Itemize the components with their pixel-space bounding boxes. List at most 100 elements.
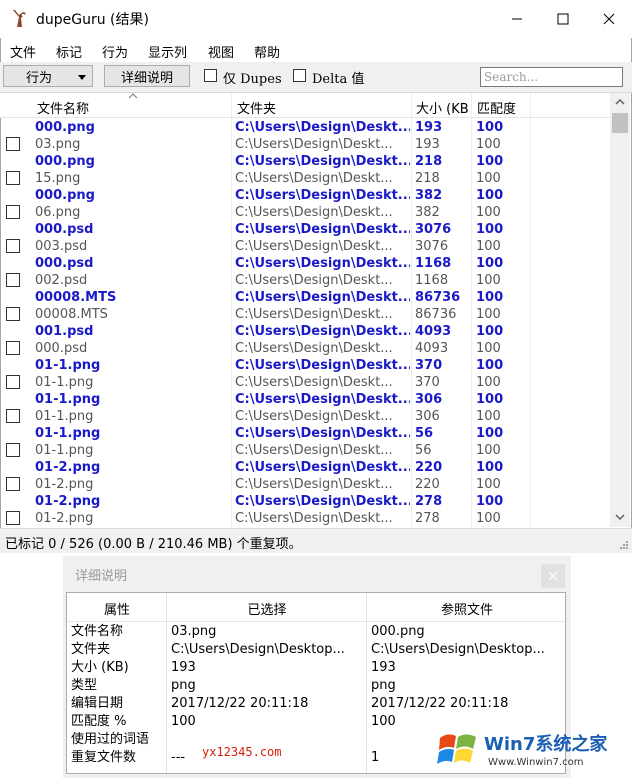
cell-folder: C:\Users\Design\Deskt... — [235, 443, 393, 458]
details-header-reference[interactable]: 参照文件 — [367, 599, 565, 618]
row-mark-checkbox[interactable] — [6, 205, 20, 219]
search-input[interactable]: Search... — [480, 67, 623, 87]
menu-mark[interactable]: 标记 — [56, 42, 82, 61]
actions-dropdown-button[interactable]: 行为 — [3, 65, 93, 87]
table-row[interactable]: 01-1.png C:\Users\Design\Deskt... 56 100 — [0, 425, 610, 442]
cell-size: 218 — [415, 154, 443, 169]
resize-grip-icon[interactable] — [619, 540, 629, 550]
table-row[interactable]: 003.psd C:\Users\Design\Deskt... 3076 100 — [0, 238, 610, 255]
menu-file[interactable]: 文件 — [10, 42, 36, 61]
row-mark-checkbox[interactable] — [6, 511, 20, 525]
table-row[interactable]: 01-2.png C:\Users\Design\Deskt... 220 100 — [0, 459, 610, 476]
maximize-button[interactable] — [540, 0, 586, 38]
cell-match: 100 — [476, 375, 501, 390]
details-button[interactable]: 详细说明 — [104, 65, 190, 87]
cell-filename: 003.psd — [35, 239, 88, 254]
details-attribute: 文件夹 — [71, 642, 111, 657]
table-row[interactable]: 00008.MTS C:\Users\Design\Deskt... 86736 10… — [0, 306, 610, 323]
menu-help[interactable]: 帮助 — [254, 42, 280, 61]
row-mark-checkbox[interactable] — [6, 171, 20, 185]
table-row[interactable]: 01-2.png C:\Users\Design\Deskt... 278 100 — [0, 510, 610, 527]
cell-filename: 00008.MTS — [35, 290, 117, 305]
table-row[interactable]: 000.psd C:\Users\Design\Deskt... 3076 100 — [0, 221, 610, 238]
table-row[interactable]: 01-1.png C:\Users\Design\Deskt... 306 100 — [0, 408, 610, 425]
table-row[interactable]: 01-1.png C:\Users\Design\Deskt... 370 100 — [0, 374, 610, 391]
table-row[interactable]: 01-1.png C:\Users\Design\Deskt... 306 100 — [0, 391, 610, 408]
table-row[interactable]: 01-2.png C:\Users\Design\Deskt... 278 100 — [0, 493, 610, 510]
details-close-button[interactable] — [541, 564, 565, 588]
search-placeholder: Search... — [484, 70, 539, 84]
details-button-label: 详细说明 — [120, 70, 173, 86]
cell-folder: C:\Users\Design\Deskt... — [235, 222, 410, 237]
row-mark-checkbox[interactable] — [6, 137, 20, 151]
cell-folder: C:\Users\Design\Deskt... — [235, 324, 410, 339]
watermark-url-text: Www.Winwin7.com — [488, 757, 584, 768]
close-button[interactable] — [586, 0, 632, 38]
table-row[interactable]: 000.png C:\Users\Design\Deskt... 193 100 — [0, 119, 610, 136]
cell-folder: C:\Users\Design\Deskt... — [235, 392, 410, 407]
cell-folder: C:\Users\Design\Deskt... — [235, 307, 393, 322]
row-mark-checkbox[interactable] — [6, 307, 20, 321]
cell-match: 100 — [476, 341, 501, 356]
vertical-scrollbar[interactable] — [610, 93, 630, 527]
table-row[interactable]: 000.psd C:\Users\Design\Deskt... 1168 100 — [0, 255, 610, 272]
table-row[interactable]: 000.png C:\Users\Design\Deskt... 218 100 — [0, 153, 610, 170]
table-row[interactable]: 15.png C:\Users\Design\Deskt... 218 100 — [0, 170, 610, 187]
row-mark-checkbox[interactable] — [6, 239, 20, 253]
cell-match: 100 — [476, 460, 504, 475]
cell-filename: 01-1.png — [35, 375, 94, 390]
maximize-icon — [557, 13, 569, 25]
minimize-button[interactable] — [494, 0, 540, 38]
details-attribute: 类型 — [71, 678, 98, 693]
details-dialog-title: 详细说明 — [75, 569, 128, 584]
cell-filename: 01-1.png — [35, 358, 101, 373]
table-row[interactable]: 03.png C:\Users\Design\Deskt... 193 100 — [0, 136, 610, 153]
menu-actions[interactable]: 行为 — [102, 42, 128, 61]
row-mark-checkbox[interactable] — [6, 375, 20, 389]
details-reference-value: 000.png — [371, 624, 425, 639]
scrollbar-thumb[interactable] — [612, 113, 628, 133]
column-header-match[interactable]: 匹配度 — [477, 98, 527, 117]
cell-size: 193 — [415, 120, 443, 135]
delta-values-checkbox[interactable] — [293, 69, 306, 82]
column-header-folder[interactable]: 文件夹 — [237, 98, 407, 117]
column-header-filename[interactable]: 文件名称 — [37, 98, 227, 117]
cell-match: 100 — [476, 171, 501, 186]
scroll-up-icon[interactable] — [615, 99, 625, 105]
row-mark-checkbox[interactable] — [6, 477, 20, 491]
table-row[interactable]: 000.psd C:\Users\Design\Deskt... 4093 100 — [0, 340, 610, 357]
cell-folder: C:\Users\Design\Deskt... — [235, 188, 410, 203]
table-row[interactable]: 01-1.png C:\Users\Design\Deskt... 56 100 — [0, 442, 610, 459]
cell-filename: 01-1.png — [35, 443, 94, 458]
details-header-selected[interactable]: 已选择 — [167, 599, 367, 618]
row-mark-checkbox[interactable] — [6, 273, 20, 287]
table-row[interactable]: 00008.MTS C:\Users\Design\Deskt... 86736 10… — [0, 289, 610, 306]
menu-columns[interactable]: 显示列 — [148, 42, 187, 61]
table-row[interactable]: 002.psd C:\Users\Design\Deskt... 1168 100 — [0, 272, 610, 289]
dupes-only-checkbox[interactable] — [204, 69, 217, 82]
table-row[interactable]: 06.png C:\Users\Design\Deskt... 382 100 — [0, 204, 610, 221]
menu-view[interactable]: 视图 — [208, 42, 234, 61]
cell-size: 278 — [415, 494, 443, 509]
cell-folder: C:\Users\Design\Deskt... — [235, 154, 410, 169]
table-row[interactable]: 01-2.png C:\Users\Design\Deskt... 220 100 — [0, 476, 610, 493]
table-row[interactable]: 001.psd C:\Users\Design\Deskt... 4093 100 — [0, 323, 610, 340]
row-mark-checkbox[interactable] — [6, 409, 20, 423]
cell-size: 306 — [415, 409, 440, 424]
table-row[interactable]: 000.png C:\Users\Design\Deskt... 382 100 — [0, 187, 610, 204]
scroll-down-icon[interactable] — [615, 514, 625, 520]
row-mark-checkbox[interactable] — [6, 443, 20, 457]
cell-folder: C:\Users\Design\Deskt... — [235, 426, 410, 441]
table-row[interactable]: 01-1.png C:\Users\Design\Deskt... 370 100 — [0, 357, 610, 374]
cell-match: 100 — [476, 222, 504, 237]
cell-folder: C:\Users\Design\Deskt... — [235, 273, 393, 288]
details-attribute: 编辑日期 — [71, 696, 124, 711]
details-row: 文件名称 03.png 000.png — [67, 623, 565, 641]
cell-size: 193 — [415, 137, 440, 152]
cell-size: 4093 — [415, 324, 452, 339]
row-mark-checkbox[interactable] — [6, 341, 20, 355]
details-reference-value: 193 — [371, 660, 396, 675]
details-header-attribute[interactable]: 属性 — [67, 599, 167, 618]
column-header-size[interactable]: 大小 (KB) — [416, 98, 469, 117]
toolbar: 行为 详细说明 仅 Dupes Delta 值 Search... — [0, 62, 632, 93]
